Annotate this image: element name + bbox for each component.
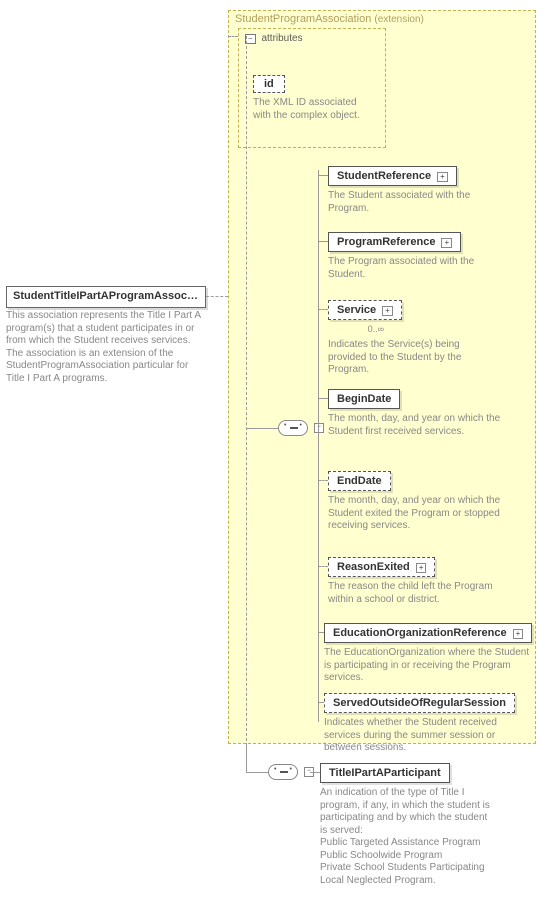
plus-icon[interactable]: +: [382, 306, 393, 316]
sequence-connector-outer: [268, 764, 298, 780]
plus-icon[interactable]: +: [513, 629, 524, 639]
element-programRef[interactable]: ProgramReference+ The Program associated…: [328, 232, 498, 281]
root-label: StudentTitleIPartAProgramAssoci…: [13, 290, 201, 302]
plus-icon[interactable]: +: [437, 172, 448, 182]
minus-icon[interactable]: −: [314, 423, 324, 433]
element-eduOrgRef[interactable]: EducationOrganizationReference+ The Educ…: [324, 623, 534, 685]
element-desc: An indication of the type of Title I pro…: [320, 787, 494, 887]
sequence-connector-inner: [278, 420, 308, 436]
element-titleIParticipant[interactable]: TitleIPartAParticipant An indication of …: [320, 763, 494, 887]
root-description: This association represents the Title I …: [6, 310, 206, 385]
element-endDate[interactable]: EndDate The month, day, and year on whic…: [328, 471, 504, 533]
element-desc: Indicates whether the Student received s…: [324, 717, 534, 755]
element-desc: The month, day, and year on which the St…: [328, 495, 504, 533]
plus-icon[interactable]: +: [441, 238, 452, 248]
root-element[interactable]: StudentTitleIPartAProgramAssoci… −: [6, 286, 206, 308]
attributes-group: − attributes id The XML ID associated wi…: [238, 28, 386, 148]
element-desc: Indicates the Service(s) being provided …: [328, 339, 478, 377]
attr-id-element[interactable]: id: [253, 75, 285, 93]
element-desc: The month, day, and year on which the St…: [328, 413, 504, 438]
plus-icon[interactable]: +: [416, 563, 427, 573]
element-servedOutside[interactable]: ServedOutsideOfRegularSession Indicates …: [324, 693, 534, 755]
element-desc: The reason the child left the Program wi…: [328, 581, 504, 606]
element-desc: The EducationOrganization where the Stud…: [324, 647, 534, 685]
element-studentRef[interactable]: StudentReference+ The Student associated…: [328, 166, 498, 215]
element-beginDate[interactable]: BeginDate The month, day, and year on wh…: [328, 389, 504, 438]
element-desc: The Program associated with the Student.: [328, 256, 498, 281]
element-desc: The Student associated with the Program.: [328, 190, 498, 215]
element-service[interactable]: Service+ 0..∞ Indicates the Service(s) b…: [328, 300, 478, 377]
attr-id-desc: The XML ID associated with the complex o…: [253, 97, 377, 122]
extension-title: StudentProgramAssociation (extension): [235, 13, 424, 25]
attributes-label: − attributes: [245, 33, 303, 44]
element-reasonExited[interactable]: ReasonExited+ The reason the child left …: [328, 557, 504, 606]
